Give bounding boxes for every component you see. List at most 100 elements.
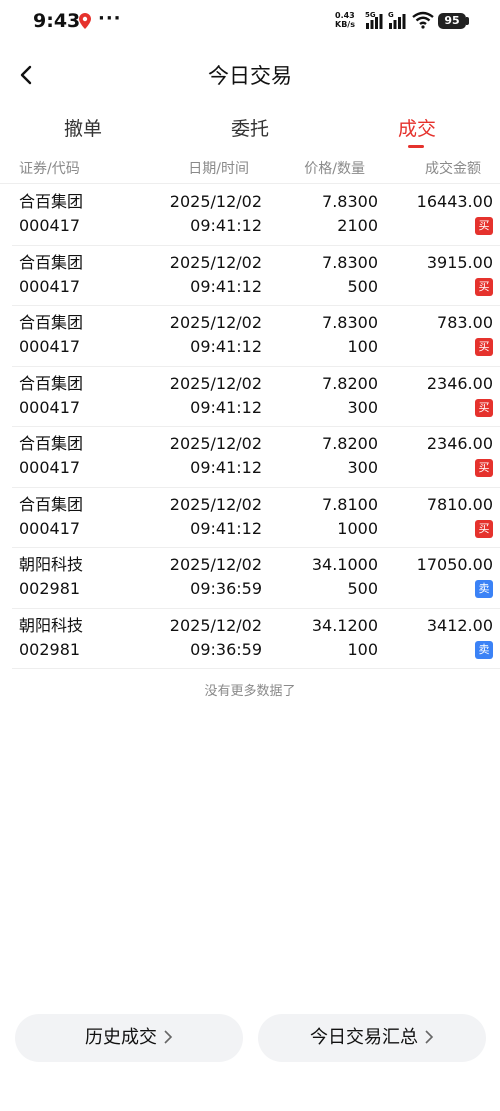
trade-price: 7.8100 bbox=[322, 494, 378, 514]
table-row[interactable]: 朝阳科技 002981 2025/12/02 09:36:59 34.1000 … bbox=[12, 548, 500, 609]
no-more-data-text: 没有更多数据了 bbox=[204, 684, 296, 699]
table-row[interactable]: 合百集团 000417 2025/12/02 09:41:12 7.8300 1… bbox=[12, 306, 500, 367]
today-summary-label: 今日交易汇总 bbox=[310, 1027, 418, 1048]
battery-icon: 95 bbox=[438, 13, 466, 29]
trade-date: 2025/12/02 bbox=[169, 192, 262, 211]
location-pin-icon bbox=[79, 13, 91, 29]
table-row[interactable]: 合百集团 000417 2025/12/02 09:41:12 7.8300 5… bbox=[12, 246, 500, 306]
speed-value: 0.43 bbox=[335, 11, 355, 20]
table-row[interactable]: 朝阳科技 002981 2025/12/02 09:36:59 34.1200 … bbox=[12, 609, 500, 669]
tab-cancel-order[interactable]: 撤单 bbox=[38, 114, 128, 141]
table-row[interactable]: 合百集团 000417 2025/12/02 09:41:12 7.8100 1… bbox=[12, 488, 500, 548]
trade-time: 09:41:12 bbox=[190, 458, 262, 477]
trade-quantity: 500 bbox=[347, 579, 378, 598]
stock-code: 002981 bbox=[19, 639, 81, 659]
more-dots-icon: ··· bbox=[98, 8, 122, 29]
trade-amount: 7810.00 bbox=[426, 494, 493, 514]
buy-badge: 买 bbox=[475, 459, 493, 477]
speed-unit: KB/s bbox=[335, 20, 355, 29]
trade-amount: 16443.00 bbox=[416, 192, 493, 211]
trade-amount: 2346.00 bbox=[426, 434, 493, 453]
stock-code: 000417 bbox=[19, 216, 81, 235]
tab-deals[interactable]: 成交 bbox=[372, 114, 462, 141]
trade-date: 2025/12/02 bbox=[169, 434, 262, 453]
trade-price: 7.8300 bbox=[322, 252, 378, 272]
trade-time: 09:41:12 bbox=[190, 276, 262, 296]
table-row[interactable]: 合百集团 000417 2025/12/02 09:41:12 7.8300 2… bbox=[12, 185, 500, 246]
header-amount: 成交金额 bbox=[425, 161, 481, 177]
battery-tip bbox=[466, 17, 469, 25]
header-security: 证券/代码 bbox=[19, 161, 80, 177]
today-summary-button[interactable]: 今日交易汇总 bbox=[258, 1014, 486, 1062]
svg-text:G: G bbox=[388, 11, 394, 19]
status-time: 9:43 bbox=[33, 10, 81, 32]
trade-date: 2025/12/02 bbox=[169, 615, 262, 635]
trade-amount: 3412.00 bbox=[426, 615, 493, 635]
active-tab-indicator bbox=[408, 145, 424, 148]
trade-price: 7.8300 bbox=[322, 313, 378, 332]
trade-quantity: 1000 bbox=[337, 518, 378, 538]
trade-amount: 17050.00 bbox=[416, 555, 493, 574]
tab-orders[interactable]: 委托 bbox=[205, 114, 295, 141]
trade-quantity: 500 bbox=[347, 276, 378, 296]
stock-name: 合百集团 bbox=[19, 373, 84, 393]
trade-price: 7.8300 bbox=[322, 192, 378, 211]
trade-quantity: 300 bbox=[347, 397, 378, 417]
history-deals-button[interactable]: 历史成交 bbox=[15, 1014, 243, 1062]
buy-badge: 买 bbox=[475, 277, 493, 296]
trade-time: 09:36:59 bbox=[190, 639, 262, 659]
trade-quantity: 2100 bbox=[337, 216, 378, 235]
chevron-left-icon[interactable] bbox=[12, 60, 40, 90]
trade-time: 09:41:12 bbox=[190, 397, 262, 417]
trade-amount: 783.00 bbox=[437, 313, 493, 332]
stock-name: 合百集团 bbox=[19, 494, 84, 514]
network-speed: 0.43 KB/s bbox=[335, 11, 355, 29]
buy-badge: 买 bbox=[475, 217, 493, 235]
header-datetime: 日期/时间 bbox=[188, 161, 249, 177]
trade-price: 34.1200 bbox=[311, 615, 378, 635]
stock-code: 000417 bbox=[19, 458, 81, 477]
stock-code: 000417 bbox=[19, 518, 81, 538]
signal-icon: 5G bbox=[365, 11, 383, 29]
trade-time: 09:41:12 bbox=[190, 337, 262, 356]
stock-name: 合百集团 bbox=[19, 252, 84, 272]
buy-badge: 买 bbox=[475, 519, 493, 538]
trade-date: 2025/12/02 bbox=[169, 373, 262, 393]
stock-code: 000417 bbox=[19, 276, 81, 296]
status-bar: 9:43 ··· 0.43 KB/s 5G G 95 bbox=[0, 0, 500, 44]
signal-icon: G bbox=[388, 11, 406, 29]
table-row[interactable]: 合百集团 000417 2025/12/02 09:41:12 7.8200 3… bbox=[12, 427, 500, 488]
trade-amount: 3915.00 bbox=[426, 252, 493, 272]
header-price-qty: 价格/数量 bbox=[304, 161, 365, 177]
table-header: 证券/代码 日期/时间 价格/数量 成交金额 bbox=[0, 152, 500, 184]
sell-badge: 卖 bbox=[475, 640, 493, 659]
chevron-right-icon bbox=[425, 1030, 434, 1044]
stock-name: 朝阳科技 bbox=[19, 615, 84, 635]
tab-bar: 撤单 委托 成交 bbox=[0, 108, 500, 152]
trade-price: 7.8200 bbox=[322, 434, 378, 453]
trade-date: 2025/12/02 bbox=[169, 494, 262, 514]
trade-quantity: 100 bbox=[347, 337, 378, 356]
trade-date: 2025/12/02 bbox=[169, 313, 262, 332]
stock-name: 合百集团 bbox=[19, 192, 84, 211]
trade-quantity: 300 bbox=[347, 458, 378, 477]
table-row[interactable]: 合百集团 000417 2025/12/02 09:41:12 7.8200 3… bbox=[12, 367, 500, 427]
stock-code: 002981 bbox=[19, 579, 81, 598]
buy-badge: 买 bbox=[475, 398, 493, 417]
trade-quantity: 100 bbox=[347, 639, 378, 659]
trade-time: 09:41:12 bbox=[190, 518, 262, 538]
sell-badge: 卖 bbox=[475, 580, 493, 598]
stock-code: 000417 bbox=[19, 397, 81, 417]
stock-name: 朝阳科技 bbox=[19, 555, 84, 574]
chevron-right-icon bbox=[164, 1030, 173, 1044]
trade-price: 7.8200 bbox=[322, 373, 378, 393]
trade-time: 09:41:12 bbox=[190, 216, 262, 235]
stock-name: 合百集团 bbox=[19, 313, 84, 332]
stock-name: 合百集团 bbox=[19, 434, 84, 453]
stock-code: 000417 bbox=[19, 337, 81, 356]
page-title: 今日交易 bbox=[208, 64, 292, 88]
trade-price: 34.1000 bbox=[311, 555, 378, 574]
trade-amount: 2346.00 bbox=[426, 373, 493, 393]
trade-time: 09:36:59 bbox=[190, 579, 262, 598]
trade-date: 2025/12/02 bbox=[169, 252, 262, 272]
